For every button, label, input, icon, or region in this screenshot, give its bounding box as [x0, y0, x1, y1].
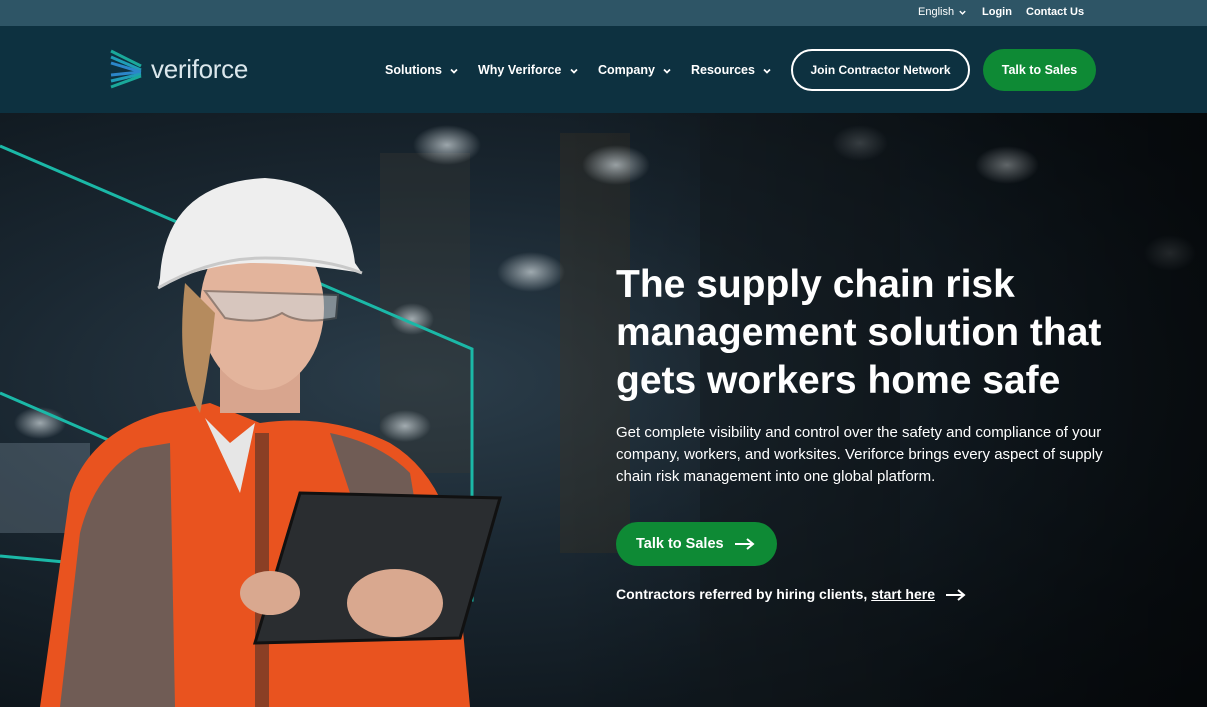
chevron-down-icon	[570, 68, 578, 74]
nav-resources[interactable]: Resources	[691, 63, 772, 77]
nav-company[interactable]: Company	[598, 63, 672, 77]
nav-solutions-label: Solutions	[385, 63, 442, 77]
arrow-right-icon[interactable]	[945, 588, 967, 602]
hero-description: Get complete visibility and control over…	[616, 424, 1103, 485]
join-contractor-network-button[interactable]: Join Contractor Network	[791, 49, 970, 91]
nav-why-veriforce[interactable]: Why Veriforce	[478, 63, 579, 77]
nav-solutions[interactable]: Solutions	[385, 63, 459, 77]
contractor-referral: Contractors referred by hiring clients, …	[616, 586, 967, 602]
chevron-down-icon	[663, 68, 672, 74]
hero-section: The supply chain risk management solutio…	[0, 113, 1207, 707]
nav-company-label: Company	[598, 63, 655, 77]
hero-title: The supply chain risk management solutio…	[616, 263, 1102, 402]
talk-to-sales-nav-button[interactable]: Talk to Sales	[983, 49, 1096, 91]
main-navigation: veriforce Solutions Why Veriforce Compan…	[0, 26, 1207, 113]
start-here-link[interactable]: start here	[871, 586, 935, 602]
chevron-down-icon	[763, 68, 772, 74]
login-link[interactable]: Login	[982, 6, 1012, 18]
hero-background-image	[0, 113, 1207, 707]
arrow-right-icon	[735, 538, 755, 550]
language-label: English	[918, 6, 955, 18]
veriforce-logo[interactable]: veriforce	[110, 48, 270, 92]
talk-to-sales-hero-button[interactable]: Talk to Sales	[616, 522, 777, 566]
nav-why-veriforce-label: Why Veriforce	[478, 63, 562, 77]
nav-resources-label: Resources	[691, 63, 755, 77]
talk-to-sales-hero-label: Talk to Sales	[636, 536, 724, 552]
contact-us-link[interactable]: Contact Us	[1026, 6, 1084, 18]
veriforce-logo-mark	[110, 49, 142, 89]
language-selector[interactable]: English	[918, 6, 967, 18]
chevron-down-icon	[959, 10, 966, 15]
logo-wordmark: veriforce	[151, 54, 248, 84]
referral-text: Contractors referred by hiring clients,	[616, 586, 868, 602]
utility-bar: English Login Contact Us	[0, 0, 1207, 26]
chevron-down-icon	[450, 68, 459, 74]
